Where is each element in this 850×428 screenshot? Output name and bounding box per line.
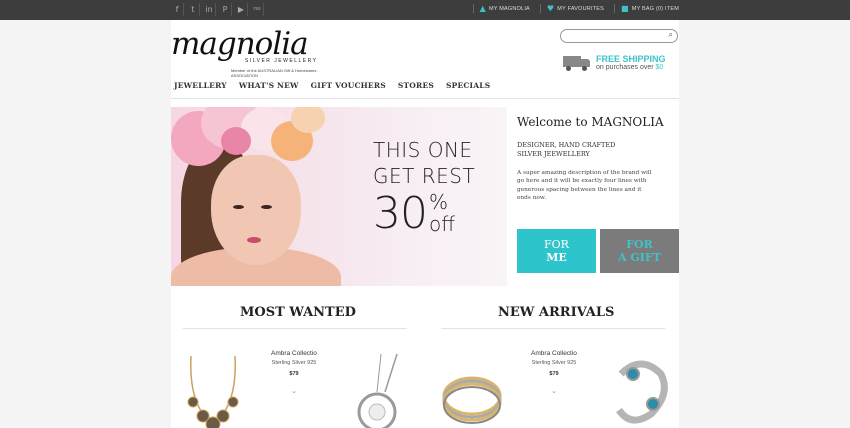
- product-price: $79: [549, 371, 559, 377]
- chevron-down-icon[interactable]: ⌄: [259, 387, 329, 395]
- for-a-gift-button[interactable]: FOR A GIFT: [600, 229, 679, 273]
- shipping-subtitle: on purchases over $0: [596, 64, 664, 71]
- social-links: f t in P ▶ rss: [171, 3, 267, 16]
- new-arrivals-heading: NEW ARRIVALS: [498, 305, 615, 320]
- welcome-tagline: DESIGNER, HAND CRAFTED SILVER JEEWELLERY: [517, 141, 616, 158]
- product-material: Sterling Silver 925: [271, 360, 317, 366]
- bag-icon: ■: [621, 4, 629, 13]
- nav-item-gift-vouchers[interactable]: GIFT VOUCHERS: [311, 81, 386, 90]
- my-bag-link[interactable]: ■ MY BAG (0) ITEM: [614, 4, 679, 13]
- logo-subtitle: SILVER JEWELLERY: [245, 58, 318, 64]
- magnolia-logo[interactable]: magnolia SILVER JEWELLERY Member of the …: [171, 26, 321, 78]
- product-card[interactable]: Ambra Collectio Sterling Silver 925 $79 …: [519, 350, 589, 395]
- product-name: Ambra Collectio: [271, 350, 317, 357]
- bangles-product-image[interactable]: [439, 360, 505, 428]
- welcome-description: A super amazing description of the brand…: [517, 170, 652, 201]
- top-bar: f t in P ▶ rss ▲ MY MAGNOLIA ♥ MY FAVOUR…: [0, 0, 850, 20]
- shipping-title: FREE SHIPPING: [596, 54, 666, 64]
- pinterest-icon[interactable]: P: [219, 3, 232, 16]
- promo-line-2: GET REST: [373, 164, 476, 188]
- my-bag-label: MY BAG (0) ITEM: [631, 5, 679, 12]
- nav-divider: [171, 98, 679, 99]
- search-icon[interactable]: ⌕: [669, 30, 673, 40]
- product-card[interactable]: Ambra Collectio Sterling Silver 925 $79 …: [259, 350, 329, 395]
- nav-item-stores[interactable]: STORES: [398, 81, 434, 90]
- main-nav: JEWELLERY WHAT'S NEW GIFT VOUCHERS STORE…: [174, 81, 490, 90]
- most-wanted-heading: MOST WANTED: [240, 305, 356, 320]
- twitter-icon[interactable]: t: [187, 3, 200, 16]
- nav-item-jewellery[interactable]: JEWELLERY: [174, 81, 227, 90]
- nav-item-specials[interactable]: SPECIALS: [446, 81, 490, 90]
- pendant-product-image[interactable]: [351, 352, 405, 428]
- product-material: Sterling Silver 925: [531, 360, 577, 366]
- flower-headdress: [171, 107, 325, 187]
- product-name: Ambra Collectio: [531, 350, 577, 357]
- promo-off: off: [429, 212, 456, 236]
- promo-text: THIS ONE GET REST 30 % off: [373, 137, 475, 237]
- most-wanted-divider: [183, 328, 407, 329]
- product-price: $79: [289, 371, 299, 377]
- hero-banner[interactable]: THIS ONE GET REST 30 % off: [171, 107, 507, 286]
- page-content: magnolia SILVER JEWELLERY Member of the …: [171, 20, 679, 428]
- truck-icon: [563, 55, 591, 71]
- welcome-panel: Welcome to MAGNOLIA DESIGNER, HAND CRAFT…: [517, 107, 679, 286]
- promo-percent: %: [429, 190, 449, 214]
- promo-number: 30: [373, 188, 428, 239]
- necklace-product-image[interactable]: [185, 354, 241, 428]
- facebook-icon[interactable]: f: [171, 3, 184, 16]
- account-links: ▲ MY MAGNOLIA ♥ MY FAVOURITES ■ MY BAG (…: [472, 4, 679, 13]
- cuff-product-image[interactable]: [611, 354, 671, 428]
- youtube-icon[interactable]: ▶: [235, 3, 248, 16]
- free-shipping-banner: FREE SHIPPING on purchases over $0: [563, 54, 666, 71]
- linkedin-icon[interactable]: in: [203, 3, 216, 16]
- search-input[interactable]: ⌕: [560, 29, 678, 43]
- heart-icon: ♥: [546, 4, 555, 13]
- logo-script: magnolia: [171, 26, 309, 62]
- promo-line-1: THIS ONE: [373, 138, 473, 162]
- welcome-title: Welcome to MAGNOLIA: [517, 115, 664, 129]
- chevron-down-icon[interactable]: ⌄: [519, 387, 589, 395]
- nav-item-whats-new[interactable]: WHAT'S NEW: [239, 81, 299, 90]
- my-magnolia-link[interactable]: ▲ MY MAGNOLIA: [472, 4, 530, 13]
- association-badge: Member of the AUSTRALIAN Gift & Homeware…: [231, 68, 317, 78]
- user-icon: ▲: [479, 4, 486, 13]
- my-favourites-link[interactable]: ♥ MY FAVOURITES: [539, 4, 605, 13]
- for-me-button[interactable]: FOR ME: [517, 229, 596, 273]
- my-magnolia-label: MY MAGNOLIA: [489, 5, 530, 12]
- my-favourites-label: MY FAVOURITES: [557, 5, 605, 12]
- new-arrivals-divider: [441, 328, 665, 329]
- rss-icon[interactable]: rss: [251, 3, 264, 16]
